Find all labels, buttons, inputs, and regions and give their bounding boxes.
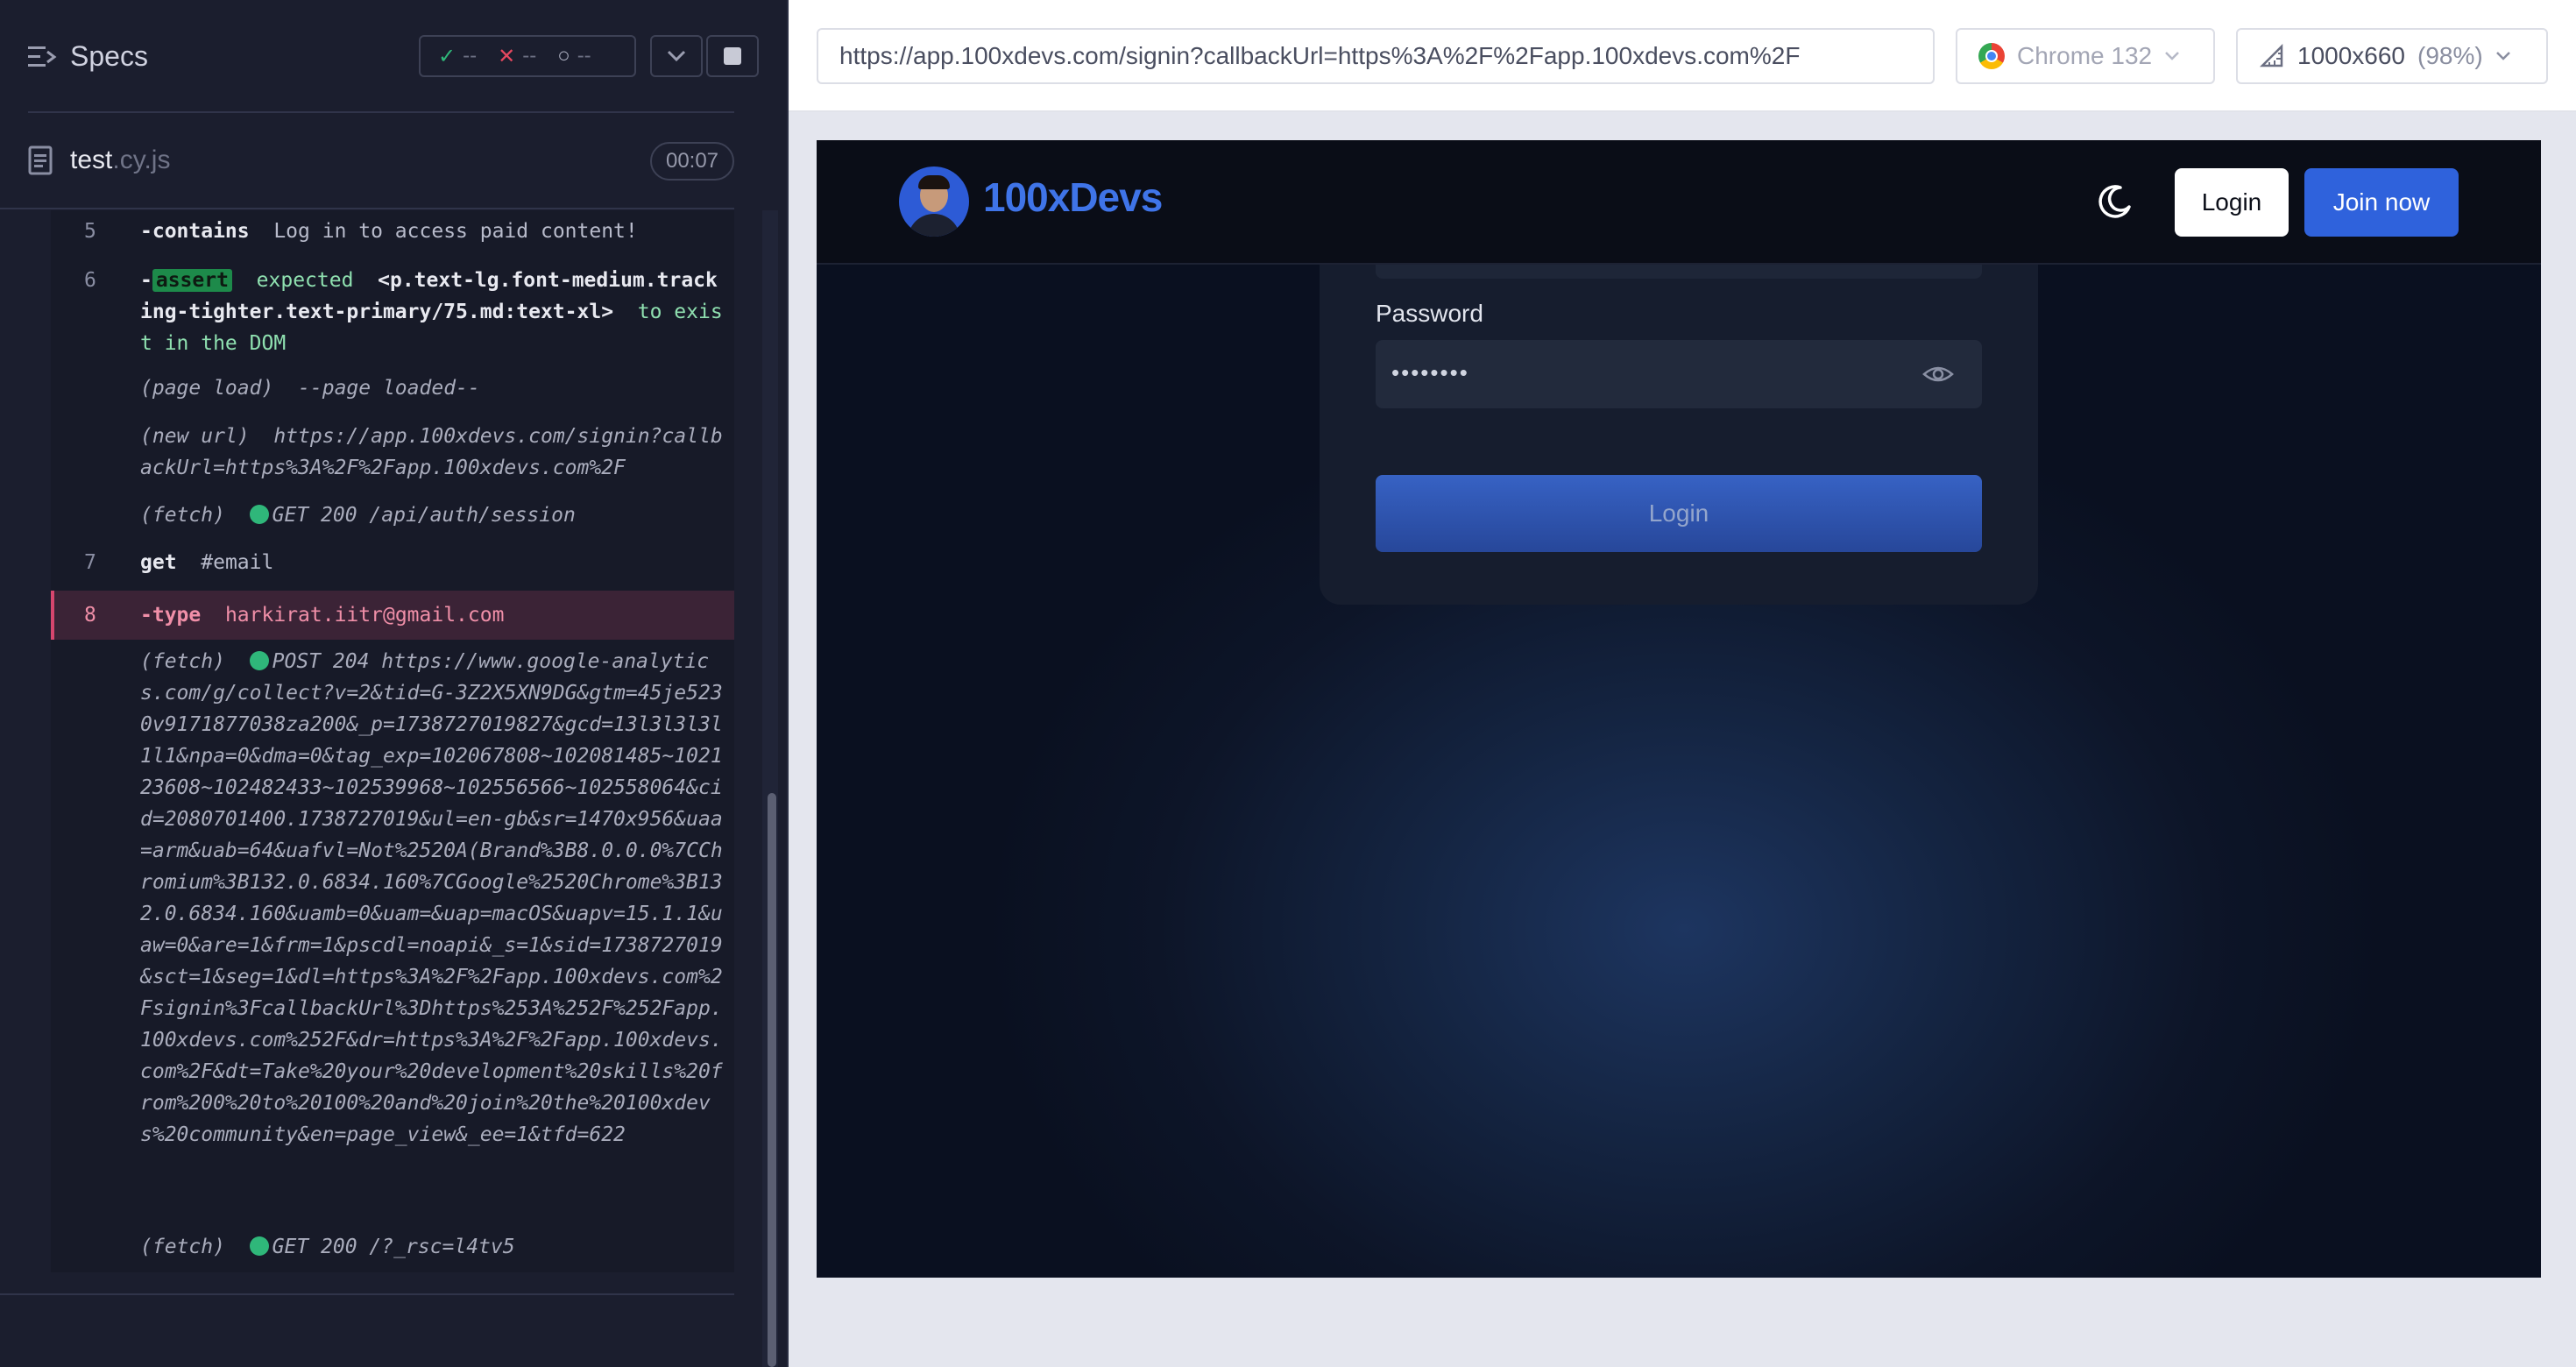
nav-login-button[interactable]: Login <box>2175 168 2289 237</box>
event-text: GET 200 /?_rsc=l4tv5 <box>272 1236 515 1258</box>
event-text: POST 204 https://www.google-analytics.co… <box>140 650 723 1146</box>
command-name: -type <box>140 604 202 627</box>
command-arg: harkirat.iitr@gmail.com <box>224 604 505 627</box>
spec-file-base: test <box>70 145 113 174</box>
event-label: (fetch) <box>140 650 225 673</box>
brand-name[interactable]: 100xDevs <box>983 174 1163 221</box>
command-number: 6 <box>84 269 96 292</box>
reporter-panel: Specs ✓ -- ✕ -- ○ -- test.cy.js 00:07 5 … <box>0 0 789 1367</box>
pending-stat: ○ -- <box>557 44 591 68</box>
join-now-button[interactable]: Join now <box>2304 168 2459 237</box>
command-number: 8 <box>84 604 96 627</box>
aut-toolbar: https://app.100xdevs.com/signin?callback… <box>789 0 2576 112</box>
status-dot-icon <box>249 651 269 670</box>
run-timer: 00:07 <box>650 142 734 181</box>
passed-count: -- <box>463 44 478 67</box>
status-dot-icon <box>249 1236 269 1256</box>
command-arg: Log in to access paid content! <box>273 220 638 243</box>
x-icon: ✕ <box>498 44 516 68</box>
viewport-size: 1000x660 <box>2297 42 2406 69</box>
log-scrollbar-thumb[interactable] <box>768 793 776 1367</box>
event-label: (page load) <box>140 377 274 400</box>
spec-file-row[interactable]: test.cy.js 00:07 <box>0 131 789 202</box>
event-label: (fetch) <box>140 504 225 527</box>
assert-badge: assert <box>152 269 232 292</box>
password-value: •••••••• <box>1391 359 1469 386</box>
event-label: (fetch) <box>140 1236 225 1258</box>
chevron-down-icon <box>2495 52 2510 60</box>
login-submit-button[interactable]: Login <box>1376 475 1982 552</box>
command-name: get <box>140 551 177 574</box>
app-under-test: Password •••••••• Login 100xDevs Login J… <box>817 140 2541 1278</box>
status-dot-icon <box>249 505 269 524</box>
chevron-down-icon <box>667 50 686 62</box>
stop-icon <box>724 47 741 65</box>
test-stats: ✓ -- ✕ -- ○ -- <box>419 35 636 77</box>
specs-header: Specs ✓ -- ✕ -- ○ -- <box>0 0 789 114</box>
avatar-body <box>908 214 960 237</box>
specs-title[interactable]: Specs <box>70 40 148 73</box>
failed-stat: ✕ -- <box>498 44 536 69</box>
command-number: 5 <box>84 220 96 243</box>
avatar-hair <box>918 175 950 189</box>
log-bottom-divider <box>0 1293 734 1295</box>
header-divider <box>28 111 734 113</box>
password-field[interactable]: •••••••• <box>1376 340 1982 408</box>
passed-stat: ✓ -- <box>438 44 477 69</box>
collapse-button[interactable] <box>650 35 703 77</box>
event-text: GET 200 /api/auth/session <box>272 504 576 527</box>
email-field-partial[interactable] <box>1376 263 1982 279</box>
event-label: (new url) <box>140 425 250 448</box>
event-text: --page loaded-- <box>298 377 480 400</box>
command-log: 5 -contains Log in to access paid conten… <box>51 210 734 1272</box>
assert-text: expected <box>256 269 354 292</box>
pending-circle-icon: ○ <box>557 44 570 67</box>
browser-selector[interactable]: Chrome 132 <box>1956 28 2215 84</box>
file-divider <box>0 208 734 209</box>
command-row-active[interactable]: 8 -type harkirat.iitr@gmail.com <box>51 591 734 640</box>
eye-icon[interactable] <box>1922 361 1954 387</box>
active-indicator <box>51 591 54 640</box>
chevron-down-icon <box>2165 52 2179 60</box>
viewport-zoom: (98%) <box>2417 42 2483 69</box>
specs-list-icon[interactable] <box>28 44 58 70</box>
file-icon <box>28 145 53 175</box>
browser-label: Chrome 132 <box>2017 42 2153 69</box>
logo-avatar[interactable] <box>899 166 969 237</box>
viewport-selector[interactable]: 1000x660 (98%) <box>2236 28 2548 84</box>
command-name: -contains <box>140 220 250 243</box>
command-arg: #email <box>201 551 274 574</box>
stop-button[interactable] <box>706 35 759 77</box>
panel-resize-handle[interactable] <box>787 0 789 1367</box>
ruler-icon <box>2259 43 2283 67</box>
pending-count: -- <box>577 44 591 67</box>
moon-icon[interactable] <box>2094 181 2136 223</box>
failed-count: -- <box>522 44 537 67</box>
chrome-icon <box>1978 43 2005 69</box>
check-icon: ✓ <box>438 44 456 68</box>
password-label: Password <box>1376 300 1483 327</box>
spec-file-name: test.cy.js <box>70 145 170 175</box>
command-dash: - <box>140 269 152 292</box>
spec-file-ext: .cy.js <box>112 145 171 174</box>
app-navbar: 100xDevs Login Join now <box>817 140 2541 265</box>
command-number: 7 <box>84 551 96 574</box>
url-field[interactable]: https://app.100xdevs.com/signin?callback… <box>817 28 1935 84</box>
